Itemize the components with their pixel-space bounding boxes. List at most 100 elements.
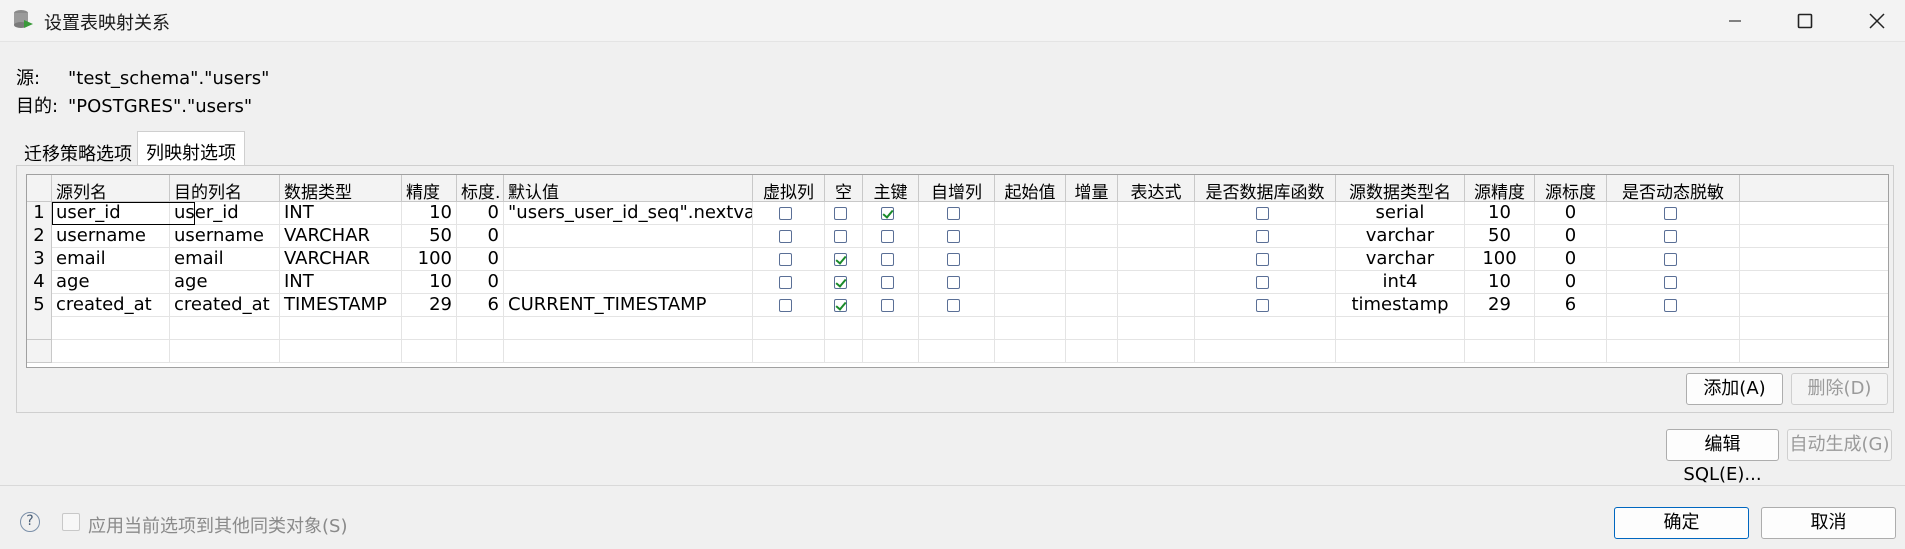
cell-target-column[interactable]: created_at (170, 294, 280, 317)
column-header-primary-key[interactable]: 主键 (863, 175, 919, 202)
cell-data-type[interactable]: INT (280, 202, 402, 225)
virtual-column-checkbox[interactable] (779, 207, 792, 220)
column-header-source-column[interactable]: 源列名 (52, 175, 170, 202)
column-header-source-scale[interactable]: 源标度 (1535, 175, 1607, 202)
cell-source-scale[interactable]: 6 (1535, 294, 1607, 317)
nullable-checkbox[interactable] (834, 207, 847, 220)
cell-increment[interactable] (1066, 271, 1118, 294)
cell-auto-increment[interactable] (919, 202, 995, 225)
cell-dynamic-masking[interactable] (1607, 225, 1740, 248)
cell-scale[interactable]: 6 (457, 294, 504, 317)
apply-to-others-checkbox[interactable] (62, 513, 80, 531)
column-header-dynamic-masking[interactable]: 是否动态脱敏 (1607, 175, 1740, 202)
cell-is-db-function[interactable] (1195, 294, 1336, 317)
row-number[interactable]: 1 (27, 202, 52, 225)
dynamic-masking-checkbox[interactable] (1663, 299, 1677, 312)
cell-start-value[interactable] (995, 248, 1066, 271)
cell-source-precision[interactable]: 10 (1465, 202, 1535, 225)
column-header-auto-increment[interactable]: 自增列 (919, 175, 995, 202)
cell-expression[interactable] (1118, 202, 1195, 225)
primary-key-checkbox[interactable] (881, 207, 894, 220)
cell-source-type-name[interactable]: int4 (1336, 271, 1465, 294)
cell-source-precision[interactable]: 50 (1465, 225, 1535, 248)
virtual-column-checkbox[interactable] (779, 230, 792, 243)
cell-scale[interactable]: 0 (457, 225, 504, 248)
cell-default-value[interactable] (504, 271, 753, 294)
cell-start-value[interactable] (995, 202, 1066, 225)
add-button[interactable]: 添加(A) (1686, 373, 1783, 405)
cell-dynamic-masking[interactable] (1607, 271, 1740, 294)
cell-increment[interactable] (1066, 225, 1118, 248)
column-header-data-type[interactable]: 数据类型 (280, 175, 402, 202)
cell-auto-increment[interactable] (919, 248, 995, 271)
cell-target-column[interactable]: email (170, 248, 280, 271)
column-header-scale[interactable]: 标度. (457, 175, 504, 202)
table-row[interactable]: 1 user_id user_id INT 10 0 "users_user_id_seq"… (27, 202, 1888, 225)
header-corner[interactable] (27, 175, 52, 202)
cell-expression[interactable] (1118, 271, 1195, 294)
cell-virtual-column[interactable] (753, 202, 825, 225)
cell-primary-key[interactable] (863, 225, 919, 248)
table-row[interactable]: 5 created_at created_at TIMESTAMP 29 6 CURRENT… (27, 294, 1888, 317)
cell-precision[interactable]: 50 (402, 225, 457, 248)
nullable-checkbox[interactable] (834, 276, 847, 289)
cell-primary-key[interactable] (863, 271, 919, 294)
cell-auto-increment[interactable] (919, 294, 995, 317)
dynamic-masking-checkbox[interactable] (1663, 230, 1677, 243)
cell-auto-increment[interactable] (919, 225, 995, 248)
cell-is-db-function[interactable] (1195, 202, 1336, 225)
auto-generate-button[interactable]: 自动生成(G) (1787, 429, 1892, 461)
is-db-function-checkbox[interactable] (1255, 230, 1269, 243)
cell-precision[interactable]: 29 (402, 294, 457, 317)
cell-default-value[interactable] (504, 248, 753, 271)
column-header-expression[interactable]: 表达式 (1118, 175, 1195, 202)
cell-data-type[interactable]: VARCHAR (280, 248, 402, 271)
primary-key-checkbox[interactable] (881, 253, 894, 266)
cell-virtual-column[interactable] (753, 294, 825, 317)
cell-increment[interactable] (1066, 202, 1118, 225)
cell-virtual-column[interactable] (753, 271, 825, 294)
primary-key-checkbox[interactable] (881, 230, 894, 243)
column-header-default-value[interactable]: 默认值 (504, 175, 753, 202)
column-header-precision[interactable]: 精度 (402, 175, 457, 202)
cell-source-column[interactable]: created_at (52, 294, 170, 317)
cell-source-scale[interactable]: 0 (1535, 225, 1607, 248)
primary-key-checkbox[interactable] (881, 276, 894, 289)
cell-source-scale[interactable]: 0 (1535, 248, 1607, 271)
cell-data-type[interactable]: VARCHAR (280, 225, 402, 248)
table-row[interactable]: 4 age age INT 10 0 int4 10 0 (27, 271, 1888, 294)
cell-virtual-column[interactable] (753, 248, 825, 271)
cell-data-type[interactable]: INT (280, 271, 402, 294)
cell-source-precision[interactable]: 10 (1465, 271, 1535, 294)
cell-expression[interactable] (1118, 248, 1195, 271)
cell-increment[interactable] (1066, 248, 1118, 271)
column-header-source-type-name[interactable]: 源数据类型名 (1336, 175, 1465, 202)
cell-source-precision[interactable]: 29 (1465, 294, 1535, 317)
minimize-button[interactable] (1706, 0, 1764, 42)
cell-precision[interactable]: 10 (402, 202, 457, 225)
virtual-column-checkbox[interactable] (779, 299, 792, 312)
ok-button[interactable]: 确定 (1614, 507, 1749, 539)
active-cell-editor[interactable] (52, 202, 195, 225)
table-row[interactable]: 3 email email VARCHAR 100 0 varchar 100 0 (27, 248, 1888, 271)
cell-default-value[interactable] (504, 225, 753, 248)
cell-dynamic-masking[interactable] (1607, 248, 1740, 271)
cell-default-value[interactable]: CURRENT_TIMESTAMP (504, 294, 753, 317)
cell-default-value[interactable]: "users_user_id_seq".nextval (504, 202, 753, 225)
cell-nullable[interactable] (825, 271, 863, 294)
cell-primary-key[interactable] (863, 202, 919, 225)
cell-source-type-name[interactable]: varchar (1336, 225, 1465, 248)
cell-dynamic-masking[interactable] (1607, 294, 1740, 317)
virtual-column-checkbox[interactable] (779, 276, 792, 289)
dynamic-masking-checkbox[interactable] (1663, 207, 1677, 220)
cell-primary-key[interactable] (863, 248, 919, 271)
cell-nullable[interactable] (825, 225, 863, 248)
help-icon[interactable]: ? (20, 512, 40, 532)
cell-precision[interactable]: 100 (402, 248, 457, 271)
cell-data-type[interactable]: TIMESTAMP (280, 294, 402, 317)
column-header-start-value[interactable]: 起始值 (995, 175, 1066, 202)
cell-primary-key[interactable] (863, 294, 919, 317)
cell-source-column[interactable]: email (52, 248, 170, 271)
column-header-source-precision[interactable]: 源精度 (1465, 175, 1535, 202)
cell-is-db-function[interactable] (1195, 248, 1336, 271)
